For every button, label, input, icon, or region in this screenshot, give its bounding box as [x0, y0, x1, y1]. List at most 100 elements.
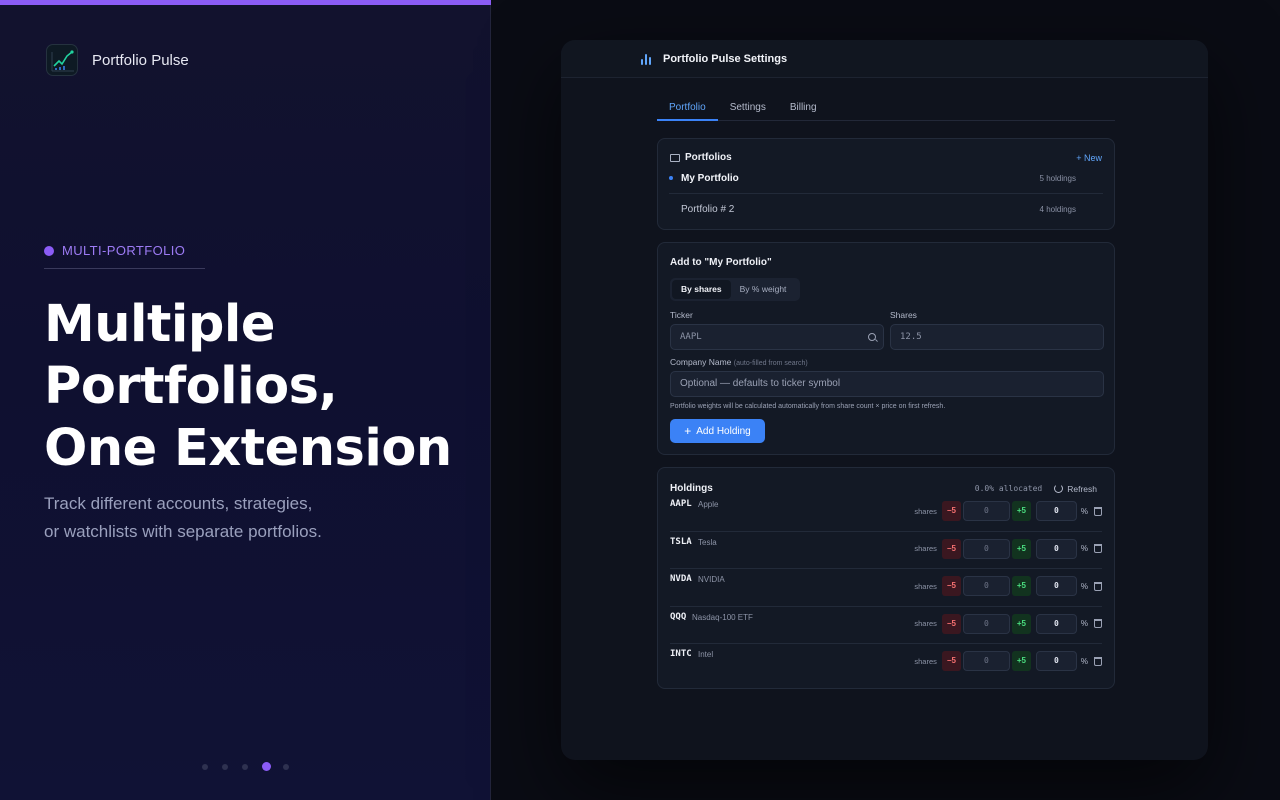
- company-label: Company Name (auto-filled from search): [670, 357, 808, 367]
- percent-label: %: [1080, 544, 1088, 553]
- portfolio-count: 5 holdings: [1039, 174, 1076, 183]
- window-title: Portfolio Pulse Settings: [663, 52, 788, 65]
- holding-ticker: TSLA: [670, 536, 692, 547]
- holding-row: NVDA NVIDIA shares −5 0 +5 0 %: [670, 569, 1102, 607]
- holding-row: QQQ Nasdaq-100 ETF shares −5 0 +5 0 %: [670, 607, 1102, 644]
- headline-line: Multiple: [44, 295, 275, 354]
- weight-value-input[interactable]: 0: [1035, 613, 1077, 634]
- trash-icon[interactable]: [1094, 619, 1102, 628]
- percent-label: %: [1080, 619, 1088, 628]
- shares-input[interactable]: 12.5: [890, 324, 1104, 350]
- company-label-text: Company Name: [670, 357, 732, 367]
- weights-hint: Portfolio weights will be calculated aut…: [670, 403, 946, 410]
- increase-shares-button[interactable]: +5: [1011, 501, 1031, 521]
- holdings-title: Holdings: [670, 483, 713, 494]
- shares-unit-label: shares: [914, 656, 937, 666]
- eyebrow-label: MULTI-PORTFOLIO: [62, 243, 186, 258]
- shares-value-input[interactable]: 0: [962, 613, 1010, 634]
- trash-icon[interactable]: [1094, 656, 1102, 666]
- weight-value-input[interactable]: 0: [1035, 501, 1077, 521]
- shares-value-input[interactable]: 0: [962, 501, 1010, 521]
- shares-value-input[interactable]: 0: [962, 576, 1010, 596]
- decrease-shares-button[interactable]: −5: [941, 538, 961, 559]
- settings-content: Portfolio Settings Billing Portfolios + …: [657, 94, 1115, 689]
- shares-unit-label: shares: [914, 619, 937, 628]
- increase-shares-button[interactable]: +5: [1011, 576, 1031, 596]
- weight-value-input[interactable]: 0: [1035, 576, 1077, 596]
- holdings-card: Holdings 0.0% allocated Refresh AAPL App…: [657, 467, 1115, 689]
- increase-shares-button[interactable]: +5: [1011, 613, 1031, 634]
- holdings-list: AAPL Apple shares −5 0 +5 0 % TSLA Tesla…: [658, 494, 1114, 682]
- holding-controls: shares −5 0 +5 0 %: [914, 538, 1102, 559]
- holding-company: Tesla: [698, 537, 717, 547]
- slide-dot-1[interactable]: [202, 763, 208, 770]
- portfolio-name: Portfolio # 2: [681, 203, 735, 215]
- headline: Multiple Portfolios, One Extension: [44, 294, 484, 480]
- refresh-icon: [1054, 484, 1064, 493]
- new-portfolio-button[interactable]: + New: [1076, 153, 1102, 163]
- shares-value-input[interactable]: 0: [962, 651, 1010, 671]
- ticker-input[interactable]: AAPL: [670, 324, 884, 350]
- slide-dots: [202, 762, 303, 771]
- trash-icon[interactable]: [1094, 581, 1102, 591]
- portfolios-title-text: Portfolios: [685, 152, 732, 163]
- ticker-placeholder: AAPL: [680, 332, 702, 342]
- slide-dot-3[interactable]: [242, 763, 248, 770]
- holding-controls: shares −5 0 +5 0 %: [914, 501, 1102, 521]
- company-placeholder: Optional — defaults to ticker symbol: [680, 378, 841, 389]
- holding-company: NVIDIA: [698, 575, 725, 584]
- slide-dot-5[interactable]: [283, 763, 289, 770]
- settings-window: Portfolio Pulse Settings Portfolio Setti…: [561, 40, 1208, 760]
- weight-value-input[interactable]: 0: [1035, 538, 1077, 559]
- portfolio-item-my-portfolio[interactable]: My Portfolio 5 holdings: [669, 164, 1103, 194]
- brand-name: Portfolio Pulse: [92, 51, 189, 69]
- percent-label: %: [1080, 581, 1088, 591]
- decrease-shares-button[interactable]: −5: [941, 501, 961, 521]
- holding-controls: shares −5 0 +5 0 %: [914, 576, 1102, 596]
- shares-value-input[interactable]: 0: [962, 538, 1010, 559]
- portfolio-item-portfolio-2[interactable]: Portfolio # 2 4 holdings: [669, 194, 1103, 224]
- search-icon[interactable]: [868, 333, 876, 341]
- eyebrow-dot-icon: [44, 245, 54, 256]
- subtitle-line: or watchlists with separate portfolios.: [44, 522, 322, 541]
- plus-icon: +: [684, 424, 692, 438]
- decrease-shares-button[interactable]: −5: [941, 613, 961, 634]
- tab-billing[interactable]: Billing: [778, 94, 829, 121]
- refresh-button[interactable]: Refresh: [1054, 484, 1097, 494]
- headline-line: One Extension: [44, 419, 452, 478]
- holding-ticker: NVDA: [670, 574, 692, 584]
- add-holding-button[interactable]: + Add Holding: [670, 419, 765, 443]
- mode-by-weight[interactable]: By % weight: [731, 280, 796, 299]
- headline-line: Portfolios,: [44, 357, 338, 416]
- holding-company: Intel: [698, 650, 714, 659]
- holding-ticker: AAPL: [670, 499, 692, 509]
- portfolios-title: Portfolios: [670, 152, 732, 163]
- selected-dot-icon: [669, 176, 673, 180]
- stage: Portfolio Pulse MULTI-PORTFOLIO Multiple…: [0, 0, 1280, 800]
- weight-value-input[interactable]: 0: [1035, 651, 1077, 671]
- increase-shares-button[interactable]: +5: [1011, 538, 1031, 559]
- decrease-shares-button[interactable]: −5: [941, 651, 961, 671]
- chart-logo-icon: [46, 44, 78, 76]
- tab-settings[interactable]: Settings: [718, 94, 778, 121]
- holding-controls: shares −5 0 +5 0 %: [914, 651, 1102, 671]
- bar-chart-icon: [641, 53, 653, 65]
- decrease-shares-button[interactable]: −5: [941, 576, 961, 596]
- company-input[interactable]: Optional — defaults to ticker symbol: [670, 371, 1104, 397]
- folder-icon: [670, 153, 680, 162]
- shares-unit-label: shares: [914, 506, 937, 516]
- portfolio-count: 4 holdings: [1039, 204, 1076, 214]
- increase-shares-button[interactable]: +5: [1011, 651, 1031, 671]
- tab-portfolio[interactable]: Portfolio: [657, 94, 718, 121]
- window-header: Portfolio Pulse Settings: [561, 40, 1208, 78]
- trash-icon[interactable]: [1094, 544, 1102, 553]
- mode-by-shares[interactable]: By shares: [672, 280, 731, 299]
- portfolios-card: Portfolios + New My Portfolio 5 holdings…: [657, 138, 1115, 230]
- portfolio-name: My Portfolio: [681, 173, 739, 184]
- slide-dot-2[interactable]: [222, 763, 228, 770]
- shares-unit-label: shares: [914, 544, 937, 553]
- slide-dot-4[interactable]: [262, 762, 271, 771]
- percent-label: %: [1080, 656, 1088, 666]
- trash-icon[interactable]: [1094, 506, 1102, 516]
- holding-controls: shares −5 0 +5 0 %: [914, 613, 1102, 634]
